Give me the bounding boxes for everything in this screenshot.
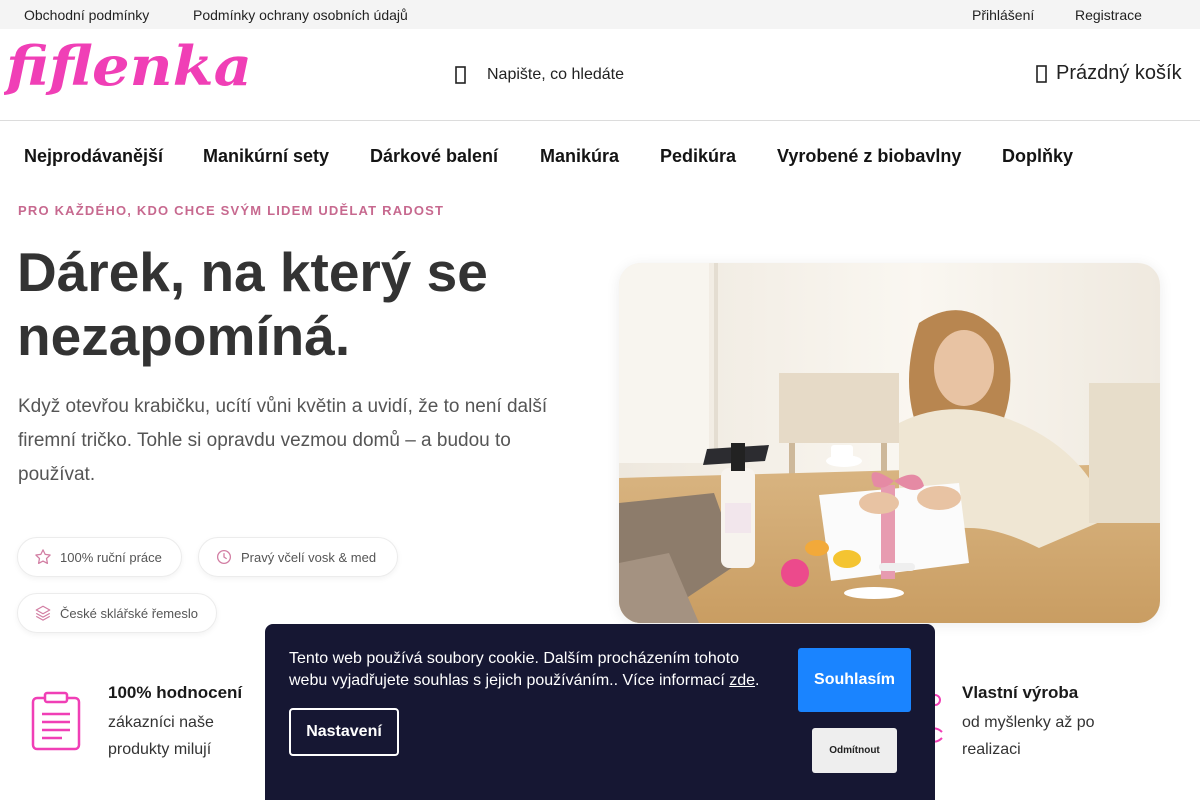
- nav-item-organic-cotton[interactable]: Vyrobené z biobavlny: [777, 146, 961, 167]
- cookie-text-end: .: [755, 672, 760, 689]
- nav-item-gift-packs[interactable]: Dárkové balení: [370, 146, 498, 167]
- feature-title: Vlastní výroba: [962, 683, 1079, 702]
- privacy-link[interactable]: Podmínky ochrany osobních údajů: [193, 7, 408, 23]
- pill-beeswax: Pravý včelí vosk & med: [198, 537, 398, 577]
- hero-photo: [619, 263, 1160, 623]
- feature-text: od myšlenky až po realizaci: [962, 714, 1095, 758]
- site-header: fiflenka Napište, co hledáte Prázdný koš…: [0, 29, 1200, 121]
- pill-label: 100% ruční práce: [60, 549, 162, 565]
- logo[interactable]: fiflenka: [2, 34, 256, 101]
- feature-title: 100% hodnocení: [108, 683, 243, 702]
- nav-item-manicure-sets[interactable]: Manikúrní sety: [203, 146, 329, 167]
- login-link[interactable]: Přihlášení: [972, 7, 1034, 23]
- search-placeholder: Napište, co hledáte: [487, 66, 624, 83]
- nav-item-manicure[interactable]: Manikúra: [540, 146, 619, 167]
- pill-handmade: 100% ruční práce: [17, 537, 182, 577]
- search-input[interactable]: Napište, co hledáte: [455, 62, 624, 88]
- register-link[interactable]: Registrace: [1075, 7, 1142, 23]
- star-icon: [34, 548, 52, 566]
- hero-kicker: PRO KAŽDÉHO, KDO CHCE SVÝM LIDEM UDĚLAT …: [18, 203, 445, 218]
- cart-label: Prázdný košík: [1056, 62, 1182, 84]
- cookie-banner: Tento web používá soubory cookie. Dalším…: [265, 624, 935, 800]
- nav-item-pedicure[interactable]: Pedikúra: [660, 146, 736, 167]
- search-icon: [455, 65, 477, 85]
- cookie-settings-button[interactable]: Nastavení: [289, 708, 399, 756]
- terms-link[interactable]: Obchodní podmínky: [24, 7, 149, 23]
- nav-item-accessories[interactable]: Doplňky: [1002, 146, 1073, 167]
- logo-text: fiflenka: [4, 39, 252, 98]
- cookie-message: Tento web používá soubory cookie. Dalším…: [289, 648, 779, 692]
- cart-button[interactable]: Prázdný košík: [1036, 62, 1182, 85]
- accept-cookies-button[interactable]: Souhlasím: [798, 648, 911, 712]
- clock-icon: [215, 548, 233, 566]
- main-nav: Nejprodávanější Manikúrní sety Dárkové b…: [0, 121, 1200, 191]
- hero-title: Dárek, na který se nezapomíná.: [17, 241, 488, 367]
- cookie-text: Tento web používá soubory cookie. Dalším…: [289, 650, 740, 689]
- pill-glass-craft: České sklářské řemeslo: [17, 593, 217, 633]
- reject-cookies-button[interactable]: Odmítnout: [812, 728, 897, 773]
- top-bar: Obchodní podmínky Podmínky ochrany osobn…: [0, 0, 1200, 29]
- pill-label: České sklářské řemeslo: [60, 605, 198, 621]
- hero-text: Když otevřou krabičku, ucítí vůni květin…: [18, 396, 548, 485]
- pill-label: Pravý včelí vosk & med: [241, 549, 377, 565]
- cart-icon: [1036, 64, 1048, 84]
- clipboard-icon: [30, 690, 82, 757]
- cookie-more-info-link[interactable]: zde: [729, 672, 755, 689]
- feature-text: zákazníci naše produkty milují: [108, 714, 214, 758]
- nav-item-bestsellers[interactable]: Nejprodávanější: [24, 146, 163, 167]
- layers-icon: [34, 604, 52, 622]
